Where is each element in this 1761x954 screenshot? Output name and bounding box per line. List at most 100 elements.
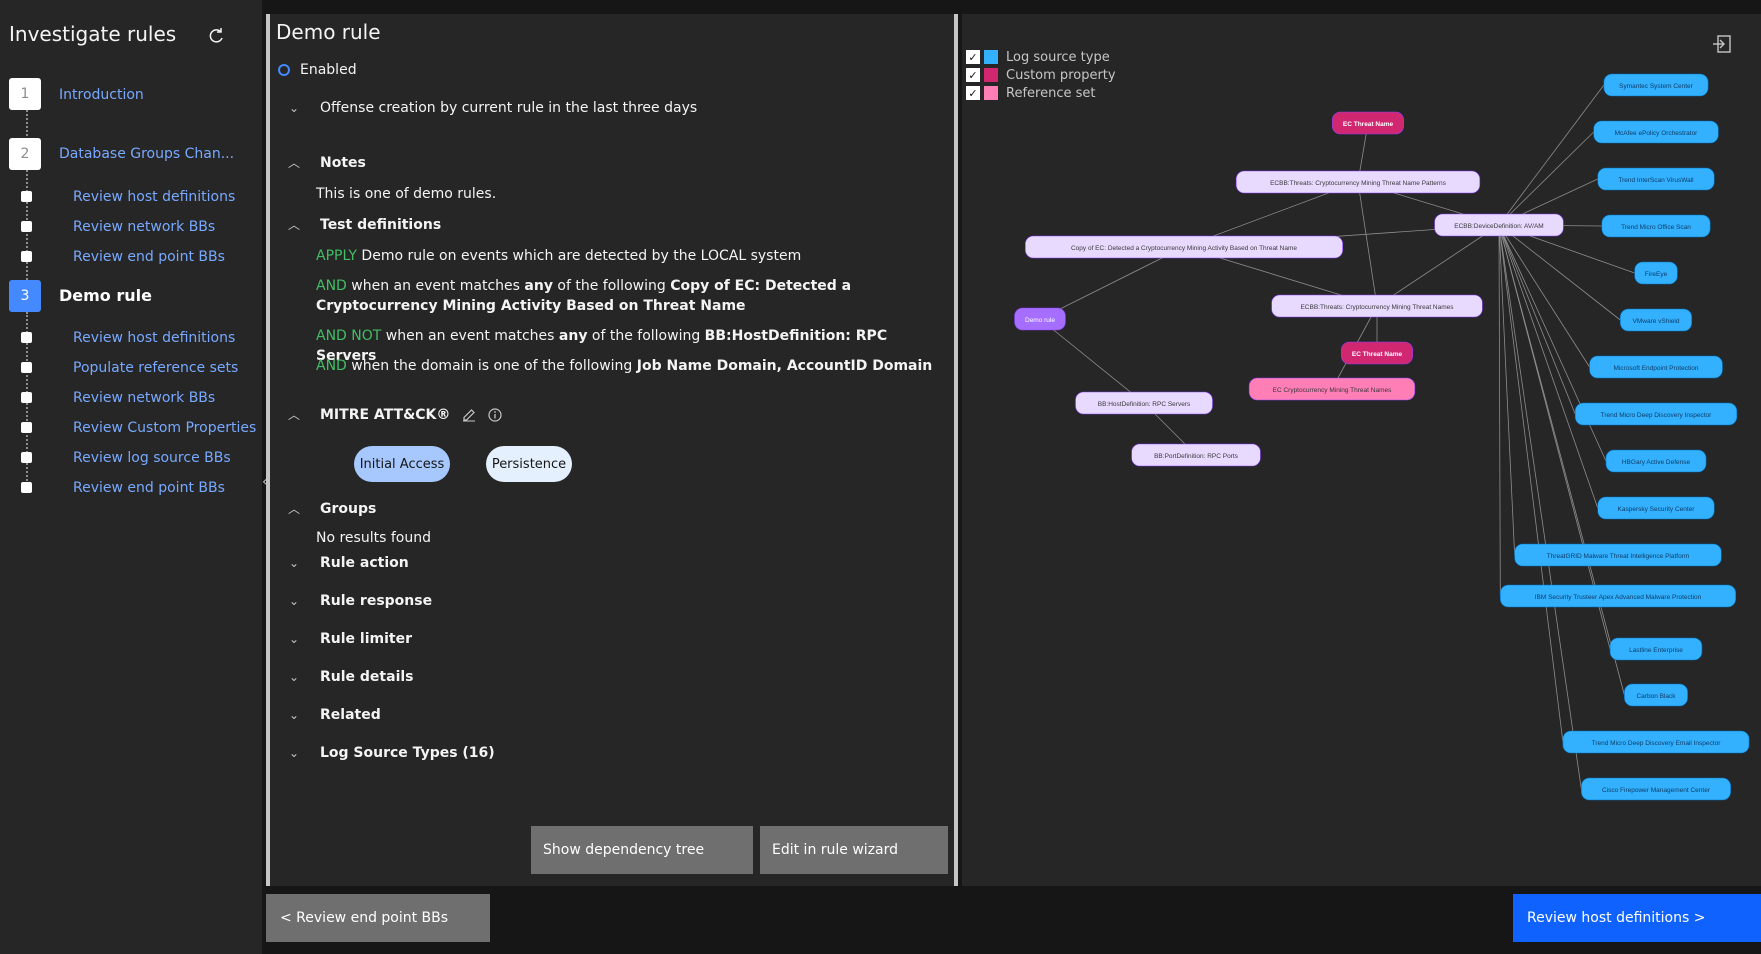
offense-creation-label: Offense creation by current rule in the … <box>320 100 698 116</box>
step-introduction[interactable]: Introduction <box>59 87 144 103</box>
graph-node-bb_port[interactable]: BB:PortDefinition: RPC Ports <box>1131 443 1261 467</box>
graph-node-ls1[interactable]: McAfee ePolicy Orchestrator <box>1593 120 1719 144</box>
step-number-3: 3 <box>9 280 41 312</box>
substep-review-end-point-bbs[interactable]: Review end point BBs <box>73 480 225 496</box>
graph-node-ls7[interactable]: Trend Micro Deep Discovery Inspector <box>1574 402 1738 426</box>
graph-node-label: ECBB:Threats: Cryptocurrency Mining Thre… <box>1300 304 1454 311</box>
groups-accordion[interactable]: ︿ Groups <box>282 500 376 517</box>
groups-label: Groups <box>320 500 377 517</box>
graph-node-label: FireEye <box>1645 271 1668 278</box>
graph-node-ls14[interactable]: Trend Micro Deep Discovery Email Inspect… <box>1562 730 1750 754</box>
graph-node-label: Cisco Firepower Management Center <box>1602 787 1711 794</box>
substep-review-end-point-bbs[interactable]: Review end point BBs <box>73 249 225 265</box>
section-label: Rule details <box>320 669 414 685</box>
tactic-chip-initial-access[interactable]: Initial Access <box>354 446 450 482</box>
notes-accordion[interactable]: ︿ Notes <box>282 154 366 171</box>
substep-dot <box>21 482 32 493</box>
section-label: Related <box>320 707 381 723</box>
chevron-down-icon: ⌄ <box>288 594 300 608</box>
tactic-chip-persistence[interactable]: Persistence <box>486 446 572 482</box>
graph-node-demo[interactable]: Demo rule <box>1014 307 1066 331</box>
substep-populate-reference-sets[interactable]: Populate reference sets <box>73 360 238 376</box>
graph-edge <box>1498 224 1599 509</box>
graph-node-label: ECBB:DeviceDefinition: AV/AM <box>1454 223 1543 230</box>
edit-icon[interactable] <box>462 408 476 422</box>
test-text: Demo rule on events which are detected b… <box>361 248 802 264</box>
graph-node-label: Copy of EC: Detected a Cryptocurrency Mi… <box>1071 245 1297 252</box>
substep-review-host-definitions[interactable]: Review host definitions <box>73 189 235 205</box>
show-dependency-tree-button[interactable]: Show dependency tree <box>531 826 753 874</box>
graph-node-label: ThreatGRID Malware Threat Intelligence P… <box>1547 553 1690 560</box>
back-button[interactable]: < Review end point BBs <box>266 894 490 942</box>
test-target-link[interactable]: Job Name Domain, AccountID Domain <box>637 358 933 374</box>
graph-node-ls15[interactable]: Cisco Firepower Management Center <box>1581 777 1731 801</box>
graph-node-label: ECBB:Threats: Cryptocurrency Mining Thre… <box>1270 180 1447 187</box>
dependency-graph[interactable]: Demo rule Copy of EC: Detected a Cryptocu… <box>962 14 1761 886</box>
refresh-icon[interactable] <box>204 24 228 48</box>
graph-node-ls10[interactable]: ThreatGRID Malware Threat Intelligence P… <box>1514 543 1722 567</box>
related-accordion[interactable]: ⌄ Related <box>282 707 381 723</box>
substep-review-log-source-bbs[interactable]: Review log source BBs <box>73 450 231 466</box>
graph-node-label: Carbon Black <box>1636 693 1676 700</box>
chevron-down-icon: ⌄ <box>288 746 300 760</box>
graph-node-ls12[interactable]: Lastline Enterprise <box>1609 637 1703 661</box>
substep-dot <box>21 392 32 403</box>
chevron-up-icon: ︿ <box>287 156 300 170</box>
rule-details-accordion[interactable]: ⌄ Rule details <box>282 669 414 685</box>
rule-response-accordion[interactable]: ⌄ Rule response <box>282 593 432 609</box>
graph-node-ec_threat_2[interactable]: EC Threat Name <box>1340 341 1413 365</box>
chevron-up-icon: ︿ <box>287 408 300 422</box>
graph-node-ls4[interactable]: FireEye <box>1634 261 1678 285</box>
graph-node-ls13[interactable]: Carbon Black <box>1624 683 1688 707</box>
substep-review-host-definitions[interactable]: Review host definitions <box>73 330 235 346</box>
graph-node-ls11[interactable]: IBM Security Trusteer Apex Advanced Malw… <box>1499 584 1736 608</box>
graph-node-label: Microsoft Endpoint Protection <box>1614 365 1699 372</box>
graph-node-ls8[interactable]: HBGary Active Defense <box>1605 449 1707 473</box>
graph-node-label: VMware vShield <box>1633 318 1680 325</box>
rule-title: Demo rule <box>276 20 381 44</box>
rule-limiter-accordion[interactable]: ⌄ Rule limiter <box>282 631 412 647</box>
graph-node-ec_crypto[interactable]: EC Cryptocurrency Mining Threat Names <box>1248 377 1416 401</box>
graph-node-ls3[interactable]: Trend Micro Office Scan <box>1601 214 1711 238</box>
test-keyword: AND <box>316 278 347 294</box>
step-database-groups[interactable]: Database Groups Chan... <box>59 146 234 162</box>
collapse-panel-icon[interactable]: ‹ <box>953 444 959 460</box>
graph-node-ecbb_patterns[interactable]: ECBB:Threats: Cryptocurrency Mining Thre… <box>1235 170 1481 194</box>
graph-edge <box>1376 224 1500 307</box>
edit-in-rule-wizard-button[interactable]: Edit in rule wizard <box>760 826 948 874</box>
graph-node-label: Kaspersky Security Center <box>1618 506 1696 513</box>
graph-node-copy_ec[interactable]: Copy of EC: Detected a Cryptocurrency Mi… <box>1024 235 1343 259</box>
graph-node-ls6[interactable]: Microsoft Endpoint Protection <box>1589 355 1723 379</box>
graph-node-ecbb_names[interactable]: ECBB:Threats: Cryptocurrency Mining Thre… <box>1271 294 1483 318</box>
graph-node-label: Trend InterScan VirusWall <box>1618 177 1694 184</box>
graph-node-ls5[interactable]: VMware vShield <box>1619 308 1692 332</box>
graph-node-ls0[interactable]: Symantec System Center <box>1603 73 1709 97</box>
sidebar-title: Investigate rules <box>9 22 177 46</box>
graph-node-label: Trend Micro Deep Discovery Email Inspect… <box>1592 740 1722 747</box>
log-source-types-accordion[interactable]: ⌄ Log Source Types (16) <box>282 745 495 761</box>
graph-node-label: BB:HostDefinition: RPC Servers <box>1098 401 1191 408</box>
graph-node-bb_host[interactable]: BB:HostDefinition: RPC Servers <box>1075 391 1213 415</box>
offense-creation-accordion[interactable]: ⌄ Offense creation by current rule in th… <box>282 100 697 116</box>
next-button[interactable]: Review host definitions > <box>1513 894 1761 942</box>
substep-dot <box>21 251 32 262</box>
mitre-accordion[interactable]: ︿ MITRE ATT&CK® <box>282 406 503 423</box>
rule-action-accordion[interactable]: ⌄ Rule action <box>282 555 409 571</box>
graph-node-ls2[interactable]: Trend InterScan VirusWall <box>1597 167 1715 191</box>
info-icon[interactable] <box>488 407 503 422</box>
graph-node-ls9[interactable]: Kaspersky Security Center <box>1597 496 1715 520</box>
substep-review-network-bbs[interactable]: Review network BBs <box>73 219 215 235</box>
test-keyword: AND NOT <box>316 328 382 344</box>
step-demo-rule[interactable]: Demo rule <box>59 286 152 305</box>
chevron-down-icon: ⌄ <box>288 708 300 722</box>
substep-review-custom-properties[interactable]: Review Custom Properties <box>73 420 256 436</box>
status-label: Enabled <box>300 62 357 78</box>
graph-node-ec_threat_1[interactable]: EC Threat Name <box>1331 111 1404 135</box>
test-definitions-accordion[interactable]: ︿ Test definitions <box>282 216 441 233</box>
test-definitions-label: Test definitions <box>320 216 442 233</box>
graph-edge <box>1039 318 1145 404</box>
test-text: of the following <box>552 278 671 294</box>
graph-node-ecbb_device[interactable]: ECBB:DeviceDefinition: AV/AM <box>1434 213 1564 237</box>
chevron-up-icon: ︿ <box>287 218 300 232</box>
substep-review-network-bbs[interactable]: Review network BBs <box>73 390 215 406</box>
